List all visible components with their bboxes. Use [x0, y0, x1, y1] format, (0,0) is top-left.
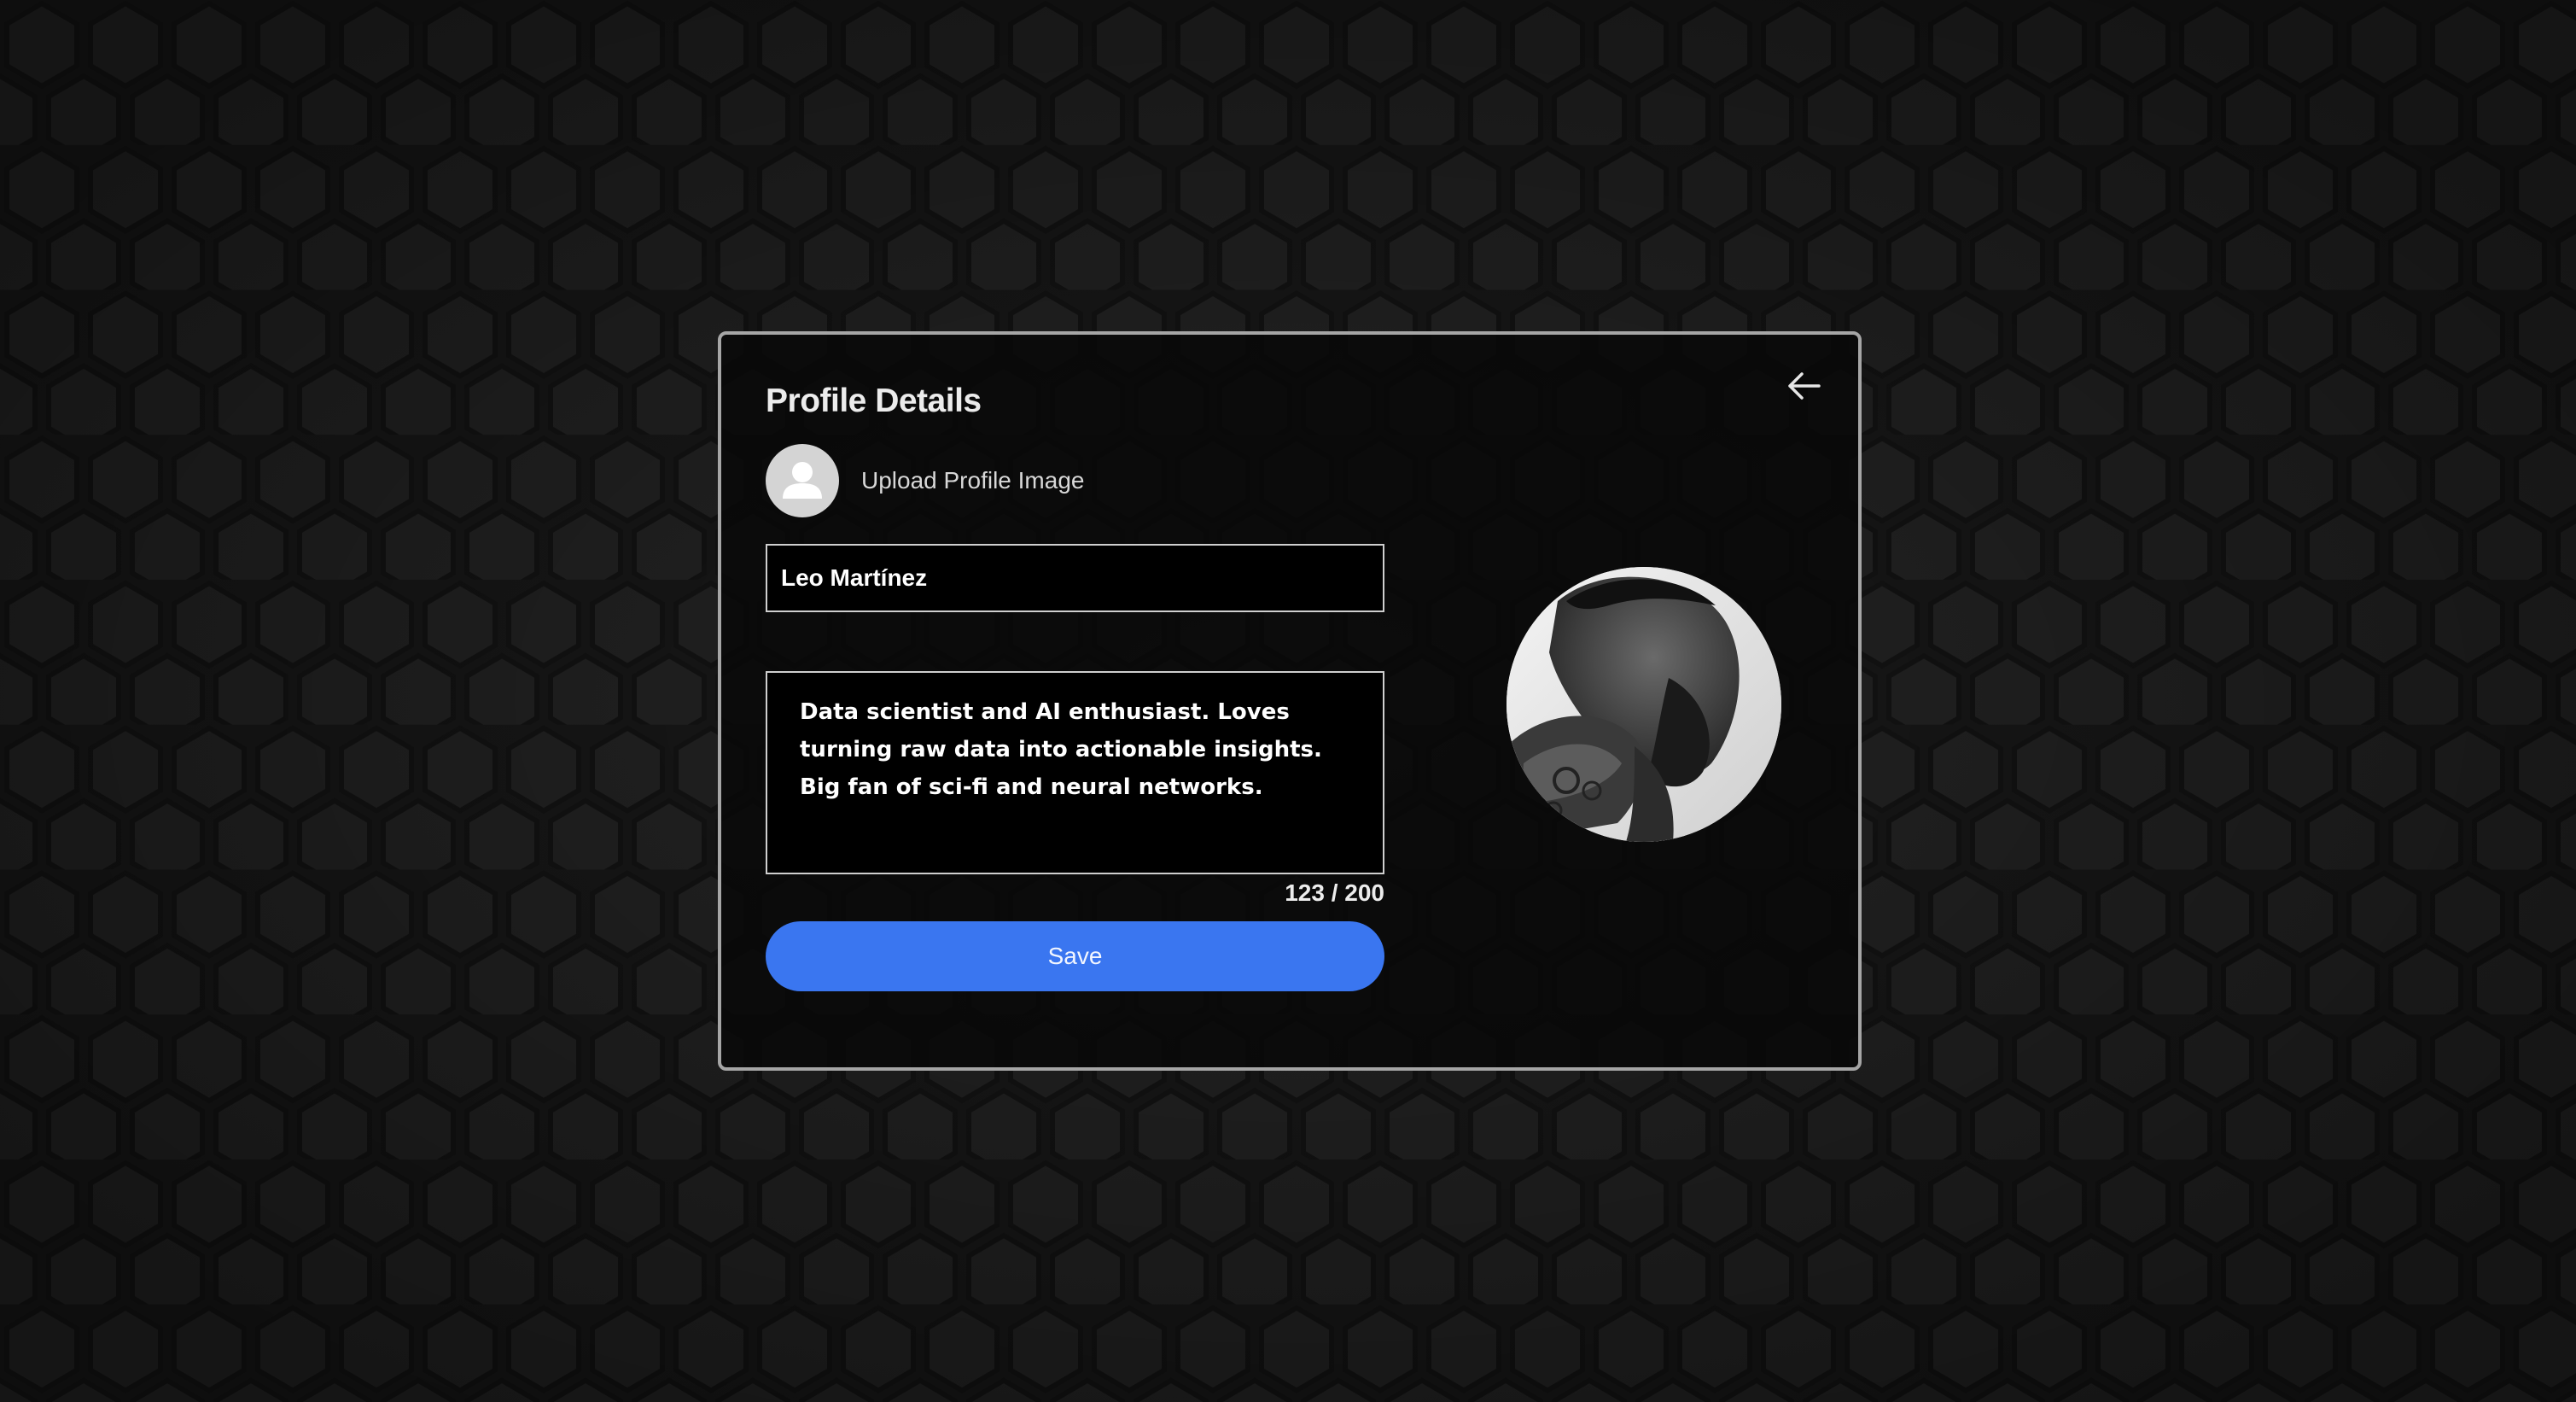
- page-title: Profile Details: [766, 383, 982, 419]
- bio-textarea[interactable]: Data scientist and AI enthusiast. Loves …: [766, 671, 1384, 874]
- profile-details-modal: Profile Details Upload Profile Image Dat…: [718, 331, 1862, 1071]
- upload-profile-image-label: Upload Profile Image: [861, 467, 1085, 494]
- user-placeholder-icon: [766, 444, 839, 517]
- name-input[interactable]: [766, 544, 1384, 612]
- profile-photo: [1507, 567, 1781, 842]
- arrow-left-icon: [1788, 372, 1821, 400]
- bio-character-count: 123 / 200: [1285, 879, 1384, 906]
- back-button[interactable]: [1773, 355, 1834, 417]
- save-button[interactable]: Save: [766, 921, 1384, 991]
- upload-profile-image-button[interactable]: Upload Profile Image: [766, 444, 1084, 517]
